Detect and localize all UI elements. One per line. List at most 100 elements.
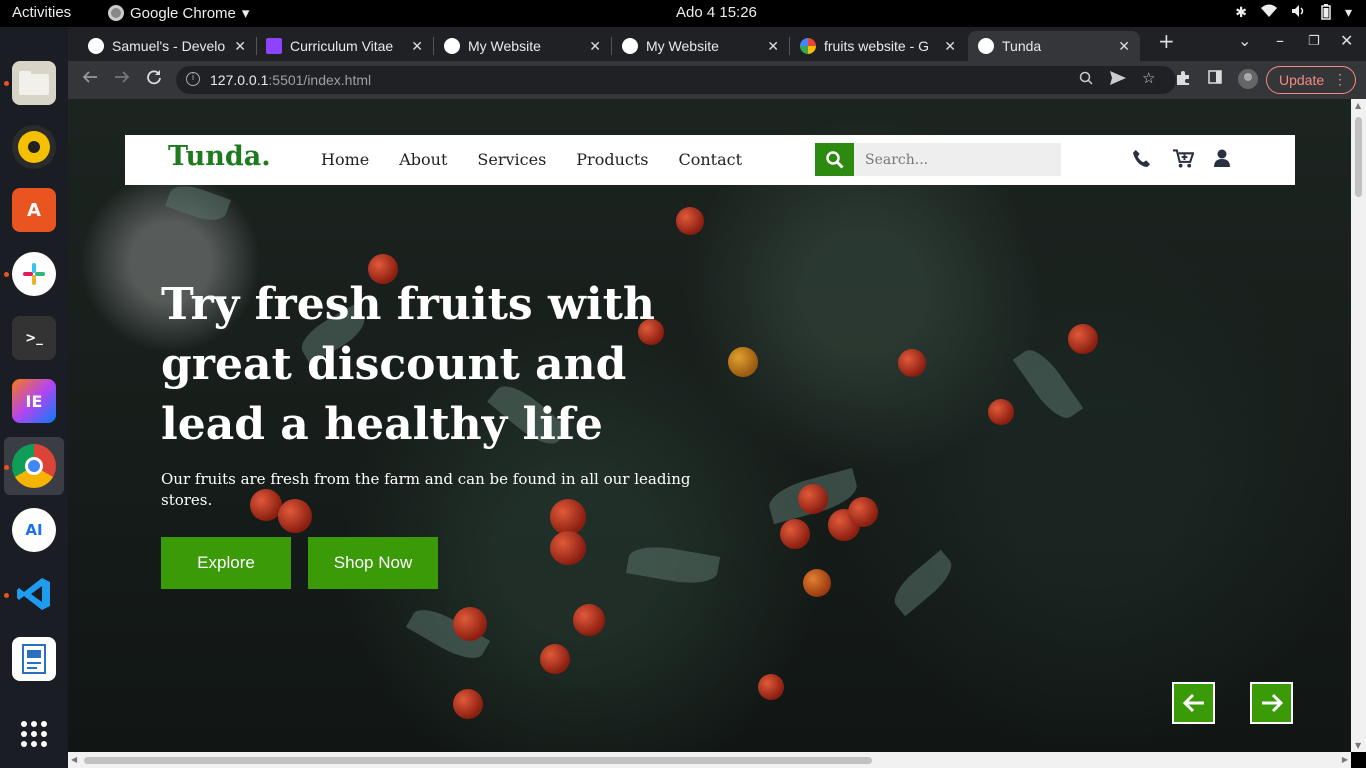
slack-icon[interactable]: [12, 252, 56, 296]
slider-next-button[interactable]: [1250, 682, 1293, 724]
leaf: [1012, 342, 1084, 426]
close-icon[interactable]: ✕: [411, 38, 423, 55]
show-apps-icon[interactable]: [12, 712, 56, 756]
bookmark-star-icon[interactable]: ☆: [1142, 69, 1155, 87]
site-logo[interactable]: Tunda.: [168, 141, 271, 172]
volume-icon: [1291, 4, 1307, 23]
hero-title: Try fresh fruits with great discount and…: [161, 279, 655, 450]
search-input[interactable]: [854, 143, 1061, 176]
browser-toolbar: i 127.0.0.1:5501/index.html ☆ Update ⋮: [68, 61, 1366, 99]
arrow-left-icon: [1182, 693, 1204, 713]
chrome-icon[interactable]: [12, 444, 56, 488]
berry: [780, 519, 810, 549]
tab-my-website-1[interactable]: My Website ✕: [434, 31, 611, 61]
rhythmbox-icon[interactable]: [12, 125, 56, 169]
minimize-button[interactable]: –: [1276, 31, 1284, 50]
close-icon[interactable]: ✕: [589, 38, 601, 55]
text-editor-icon[interactable]: [12, 637, 56, 681]
phone-icon[interactable]: [1132, 149, 1151, 172]
info-icon[interactable]: i: [186, 72, 200, 86]
slider-prev-button[interactable]: [1172, 682, 1215, 724]
tab-search-button[interactable]: ⌄: [1238, 31, 1251, 50]
berry: [540, 644, 570, 674]
forward-button[interactable]: [114, 69, 130, 90]
leaf: [625, 541, 721, 589]
nav-link-contact[interactable]: Contact: [678, 150, 742, 169]
nav-link-home[interactable]: Home: [321, 150, 369, 169]
shop-now-button[interactable]: Shop Now: [308, 537, 438, 589]
activities-button[interactable]: Activities: [12, 4, 71, 21]
hero-subtitle: Our fruits are fresh from the farm and c…: [161, 470, 691, 509]
scroll-left-arrow[interactable]: ◀: [71, 755, 77, 764]
scroll-right-arrow[interactable]: ▶: [1342, 755, 1348, 764]
vertical-scroll-thumb[interactable]: [1355, 117, 1362, 197]
close-window-button[interactable]: ✕: [1340, 31, 1353, 50]
site-navbar: Tunda. Home About Services Products Cont…: [125, 135, 1295, 185]
new-tab-button[interactable]: +: [1158, 29, 1175, 53]
vscode-icon[interactable]: [12, 572, 56, 616]
intellij-icon[interactable]: IE: [12, 379, 56, 423]
zoom-icon[interactable]: [1079, 71, 1093, 89]
tab-my-website-2[interactable]: My Website ✕: [612, 31, 789, 61]
globe-icon: [88, 38, 104, 54]
tab-title: Samuel's - Develo: [112, 38, 226, 54]
android-studio-icon[interactable]: AI: [12, 508, 56, 552]
tab-curriculum-vitae[interactable]: Curriculum Vitae ✕: [256, 31, 433, 61]
tab-tunda[interactable]: Tunda ✕: [968, 31, 1140, 61]
close-icon[interactable]: ✕: [1118, 38, 1130, 55]
page-viewport: Tunda. Home About Services Products Cont…: [68, 99, 1351, 752]
nav-link-about[interactable]: About: [399, 150, 447, 169]
reload-button[interactable]: [146, 69, 162, 90]
berry: [798, 484, 828, 514]
chevron-down-icon: ▾: [241, 5, 250, 22]
search-button[interactable]: [815, 143, 855, 176]
vertical-scrollbar[interactable]: ▲ ▼: [1351, 99, 1366, 752]
tab-title: My Website: [468, 38, 541, 54]
horizontal-scroll-thumb[interactable]: [84, 757, 872, 764]
globe-icon: [978, 38, 994, 54]
berry: [453, 607, 487, 641]
terminal-icon[interactable]: >_: [12, 316, 56, 360]
tab-fruits-website-search[interactable]: fruits website - G ✕: [790, 31, 966, 61]
extensions-icon[interactable]: [1175, 70, 1191, 90]
explore-button[interactable]: Explore: [161, 537, 291, 589]
maximize-button[interactable]: ❐: [1308, 34, 1320, 49]
update-label: Update: [1279, 72, 1325, 88]
close-icon[interactable]: ✕: [234, 38, 246, 55]
nav-link-products[interactable]: Products: [576, 150, 648, 169]
tab-samuels[interactable]: Samuel's - Develo ✕: [78, 31, 256, 61]
back-button[interactable]: [82, 69, 98, 90]
tab-title: Tunda: [1002, 38, 1042, 54]
nav-link-services[interactable]: Services: [477, 150, 546, 169]
send-icon[interactable]: [1110, 71, 1126, 89]
scroll-down-arrow[interactable]: ▼: [1355, 741, 1361, 750]
document-icon: [266, 38, 282, 54]
kebab-menu-icon[interactable]: ⋮: [1333, 71, 1347, 88]
update-button[interactable]: Update ⋮: [1266, 66, 1356, 94]
main-menu: Home About Services Products Contact: [321, 150, 742, 169]
address-bar[interactable]: i 127.0.0.1:5501/index.html ☆: [176, 66, 1176, 94]
slack-tray-icon[interactable]: ✱: [1235, 4, 1247, 23]
berry: [573, 604, 605, 636]
cart-icon[interactable]: [1173, 149, 1195, 173]
berry: [898, 349, 926, 377]
close-icon[interactable]: ✕: [767, 38, 779, 55]
search-icon: [826, 150, 844, 169]
files-icon[interactable]: [12, 61, 56, 105]
system-tray[interactable]: ✱ ▾: [1235, 4, 1352, 23]
close-icon[interactable]: ✕: [944, 38, 956, 55]
tab-strip: Samuel's - Develo ✕ Curriculum Vitae ✕ M…: [68, 27, 1366, 61]
berry: [848, 497, 878, 527]
berry: [803, 569, 831, 597]
user-icon[interactable]: [1214, 149, 1230, 171]
profile-avatar[interactable]: [1238, 69, 1258, 93]
side-panel-icon[interactable]: [1208, 70, 1222, 88]
scroll-up-arrow[interactable]: ▲: [1355, 101, 1361, 110]
leaf: [165, 179, 231, 227]
power-menu-icon: ▾: [1344, 4, 1352, 20]
berry: [453, 689, 483, 719]
horizontal-scrollbar[interactable]: ◀ ▶: [68, 752, 1351, 768]
app-menu[interactable]: Google Chrome ▾: [108, 4, 249, 22]
software-center-icon[interactable]: A: [12, 188, 56, 232]
clock[interactable]: Ado 4 15:26: [676, 4, 757, 21]
